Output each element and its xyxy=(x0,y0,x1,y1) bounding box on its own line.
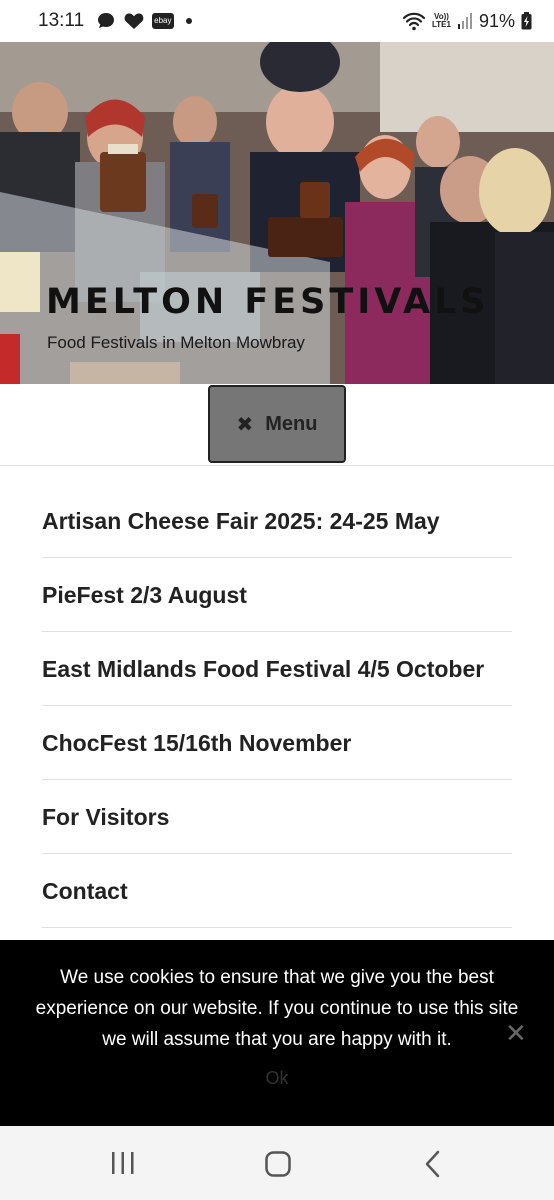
status-left: 13:11 ebay xyxy=(38,10,192,32)
battery-percentage: 91% xyxy=(478,10,515,31)
menu-button-label: Menu xyxy=(265,412,318,435)
nav-item-chocfest[interactable]: ChocFest 15/16th November xyxy=(42,706,512,780)
site-tagline: Food Festivals in Melton Mowbray xyxy=(47,333,305,352)
signal-icon xyxy=(457,12,473,30)
volte-indicator: Vo)) LTE1 xyxy=(432,13,451,29)
cookie-banner: We use cookies to ensure that we give yo… xyxy=(0,940,554,1126)
chat-bubble-icon xyxy=(96,11,116,31)
cookie-message: We use cookies to ensure that we give yo… xyxy=(35,967,519,1050)
close-icon: ✖ xyxy=(236,413,254,436)
battery-icon xyxy=(521,12,532,30)
nav-item-east-midlands-food-festival[interactable]: East Midlands Food Festival 4/5 October xyxy=(42,632,512,706)
menu-toggle-button[interactable]: ✖ Menu xyxy=(208,385,346,463)
status-time: 13:11 xyxy=(38,10,85,31)
nav-item-contact[interactable]: Contact xyxy=(42,854,512,928)
header-banner: MELTON FESTIVALS Food Festivals in Melto… xyxy=(0,42,554,384)
volte-bottom-label: LTE1 xyxy=(432,20,451,29)
notification-dot-icon xyxy=(185,18,192,24)
close-x-icon[interactable]: ✕ xyxy=(505,1020,527,1046)
site-title[interactable]: MELTON FESTIVALS xyxy=(46,282,490,322)
back-icon[interactable] xyxy=(422,1150,444,1183)
nav-item-for-visitors[interactable]: For Visitors xyxy=(42,780,512,854)
android-navigation-bar xyxy=(0,1126,554,1200)
heart-icon xyxy=(124,12,144,30)
wifi-icon xyxy=(402,11,426,31)
nav-item-artisan-cheese-fair[interactable]: Artisan Cheese Fair 2025: 24-25 May xyxy=(42,484,512,558)
recent-apps-icon[interactable] xyxy=(110,1150,136,1181)
status-bar: 13:11 ebay Vo)) LTE1 91% xyxy=(0,0,554,42)
main-navigation: Artisan Cheese Fair 2025: 24-25 May PieF… xyxy=(42,484,512,928)
cookie-ok-button[interactable]: Ok xyxy=(0,1068,554,1089)
ebay-icon: ebay xyxy=(152,13,174,29)
home-icon[interactable] xyxy=(264,1150,292,1183)
menu-bar: ✖ Menu xyxy=(0,384,554,466)
status-right: Vo)) LTE1 91% xyxy=(402,11,532,32)
nav-item-piefest[interactable]: PieFest 2/3 August xyxy=(42,558,512,632)
